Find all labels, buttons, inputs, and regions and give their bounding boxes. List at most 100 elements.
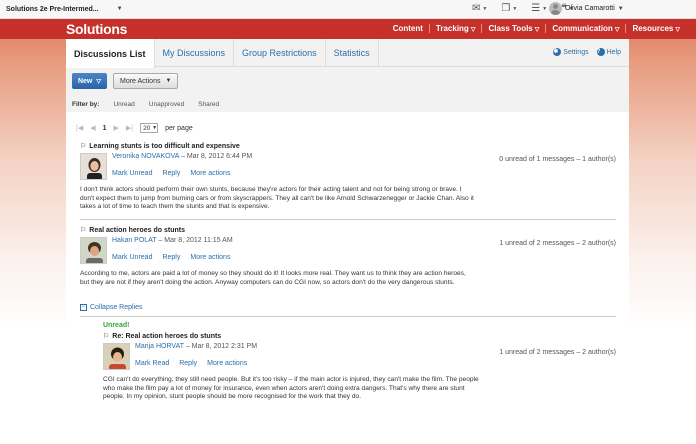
avatar xyxy=(80,153,107,180)
nav-tracking[interactable]: Tracking ▽ xyxy=(428,24,482,33)
chevron-down-icon: ▽ xyxy=(470,27,476,33)
post-body: According to me, actors are paid a lot o… xyxy=(80,270,466,286)
nav-label: Resources xyxy=(632,24,674,33)
filter-unread[interactable]: Unread xyxy=(113,101,134,108)
message-alerts-icon[interactable]: ✉ ▼ xyxy=(472,3,487,14)
per-page-label: per page xyxy=(165,124,193,132)
post-date: – Mar 8, 2012 2:31 PM xyxy=(185,343,258,350)
tab-statistics[interactable]: Statistics xyxy=(326,39,379,66)
settings-link[interactable]: ✱ Settings xyxy=(553,48,589,56)
author-line: Marija HORVAT – Mar 8, 2012 2:31 PM xyxy=(135,343,257,350)
author-name[interactable]: Hakan POLAT xyxy=(112,237,157,244)
new-button[interactable]: New ▽ xyxy=(72,73,107,89)
post-body: I don't think actors should perform thei… xyxy=(80,186,474,210)
user-name: Olivia Camarotti xyxy=(565,5,615,12)
help-label: Help xyxy=(606,48,621,56)
tab-group-restrictions[interactable]: Group Restrictions xyxy=(234,39,326,66)
post-actions: Mark Unread Reply More actions xyxy=(112,254,233,261)
more-actions-link[interactable]: More actions xyxy=(190,170,230,177)
reply-link[interactable]: Reply xyxy=(179,360,197,367)
tab-discussions-list[interactable]: Discussions List xyxy=(66,39,155,68)
flag-icon: ⚐ xyxy=(103,333,110,340)
chevron-down-icon: ▼ xyxy=(152,125,158,131)
post-actions: Mark Read Reply More actions xyxy=(135,360,257,367)
reply-link[interactable]: Reply xyxy=(162,170,180,177)
main-nav: Content Tracking ▽ Class Tools ▽ Communica… xyxy=(387,24,686,33)
reply-post: Unread! ⚐ Re: Real action heroes do stunt… xyxy=(103,322,616,402)
post-date: – Mar 8, 2012 11:15 AM xyxy=(158,237,233,244)
new-label: New xyxy=(77,77,93,85)
nav-label: Tracking xyxy=(435,24,469,33)
chevron-down-icon: ▼ xyxy=(165,78,172,84)
help-link[interactable]: ? Help xyxy=(596,48,621,56)
first-page-icon[interactable]: |◀ xyxy=(76,124,83,132)
settings-label: Settings xyxy=(563,48,589,56)
user-menu[interactable]: Olivia Camarotti ▼ xyxy=(549,2,624,15)
action-buttons: New ▽ More Actions ▼ xyxy=(72,73,179,89)
post-title[interactable]: ⚐ Learning stunts is too difficult and ex… xyxy=(80,142,616,151)
chevron-down-icon: ▽ xyxy=(614,27,620,33)
course-selector[interactable]: Solutions 2e Pre-Intermed... ▼ xyxy=(6,6,123,13)
collapse-icon: − xyxy=(80,304,87,311)
more-actions-label: More Actions xyxy=(120,77,161,85)
nav-label: Class Tools xyxy=(488,24,533,33)
pager: |◀ ◀ 1 ▶ ▶| 20 ▼ per page xyxy=(76,123,193,133)
post-body: CGI can't do everything, they still need… xyxy=(103,376,479,400)
chevron-down-icon: ▽ xyxy=(96,78,102,85)
chevron-down-icon: ▽ xyxy=(534,27,540,33)
help-icon: ? xyxy=(596,48,605,56)
filter-shared[interactable]: Shared xyxy=(198,101,219,108)
prev-page-icon[interactable]: ◀ xyxy=(90,124,95,132)
updates-icon[interactable]: ❐ ▼ xyxy=(501,3,517,14)
discussions-panel: Discussions List My Discussions Group Re… xyxy=(66,39,629,415)
tab-my-discussions[interactable]: My Discussions xyxy=(155,39,235,66)
flag-icon: ⚐ xyxy=(80,143,87,150)
tabs-area: Discussions List My Discussions Group Re… xyxy=(66,39,629,112)
divider xyxy=(80,219,616,220)
author-line: Hakan POLAT – Mar 8, 2012 11:15 AM xyxy=(112,237,233,244)
post-meta: Marija HORVAT – Mar 8, 2012 2:31 PM Mark… xyxy=(103,343,616,370)
tab-bar: Discussions List My Discussions Group Re… xyxy=(66,39,629,68)
discussion-post: ⚐ Learning stunts is too difficult and ex… xyxy=(80,142,616,212)
more-actions-link[interactable]: More actions xyxy=(207,360,247,367)
next-page-icon[interactable]: ▶ xyxy=(114,124,119,132)
per-page-value: 20 xyxy=(143,124,151,132)
avatar xyxy=(80,237,107,264)
course-name: Solutions 2e Pre-Intermed... xyxy=(6,5,99,13)
author-name[interactable]: Marija HORVAT xyxy=(135,343,184,350)
post-title-text: Real action heroes do stunts xyxy=(89,226,185,234)
per-page-select[interactable]: 20 ▼ xyxy=(140,123,159,133)
current-page: 1 xyxy=(102,124,107,132)
nav-resources[interactable]: Resources ▽ xyxy=(625,24,686,33)
post-title[interactable]: ⚐ Re: Real action heroes do stunts xyxy=(103,332,616,341)
subscriptions-icon[interactable]: ☰ ▼ xyxy=(531,3,547,14)
nav-class-tools[interactable]: Class Tools ▽ xyxy=(481,24,545,33)
filter-bar: Filter by: Unread Unapproved Shared xyxy=(72,101,219,108)
nav-communication[interactable]: Communication ▽ xyxy=(545,24,625,33)
author-name[interactable]: Veronika NOVAKOVA xyxy=(112,153,179,160)
brand-logo[interactable]: Solutions xyxy=(66,21,127,37)
mark-unread-link[interactable]: Mark Unread xyxy=(112,254,152,261)
nav-content[interactable]: Content xyxy=(387,24,429,33)
author-line: Veronika NOVAKOVA – Mar 8, 2012 6:44 PM xyxy=(112,153,252,160)
avatar xyxy=(103,343,130,370)
chevron-down-icon: ▽ xyxy=(675,27,680,33)
collapse-replies[interactable]: − Collapse Replies xyxy=(80,304,143,311)
nav-label: Communication xyxy=(552,24,613,33)
more-actions-button[interactable]: More Actions ▼ xyxy=(113,73,179,89)
mark-unread-link[interactable]: Mark Unread xyxy=(112,170,152,177)
unread-badge: Unread! xyxy=(103,322,130,329)
toolbar-links: ✱ Settings ? Help xyxy=(553,48,621,56)
divider xyxy=(80,316,616,317)
gear-icon: ✱ xyxy=(553,48,562,56)
reply-link[interactable]: Reply xyxy=(162,254,180,261)
post-title[interactable]: ⚐ Real action heroes do stunts xyxy=(80,226,616,235)
post-actions: Mark Unread Reply More actions xyxy=(112,170,252,177)
filter-label: Filter by: xyxy=(72,101,100,108)
more-actions-link[interactable]: More actions xyxy=(190,254,230,261)
post-date: – Mar 8, 2012 6:44 PM xyxy=(181,153,253,160)
discussion-post: ⚐ Real action heroes do stunts Hakan POLA… xyxy=(80,226,616,287)
filter-unapproved[interactable]: Unapproved xyxy=(149,101,184,108)
mark-read-link[interactable]: Mark Read xyxy=(135,360,169,367)
last-page-icon[interactable]: ▶| xyxy=(126,124,133,132)
